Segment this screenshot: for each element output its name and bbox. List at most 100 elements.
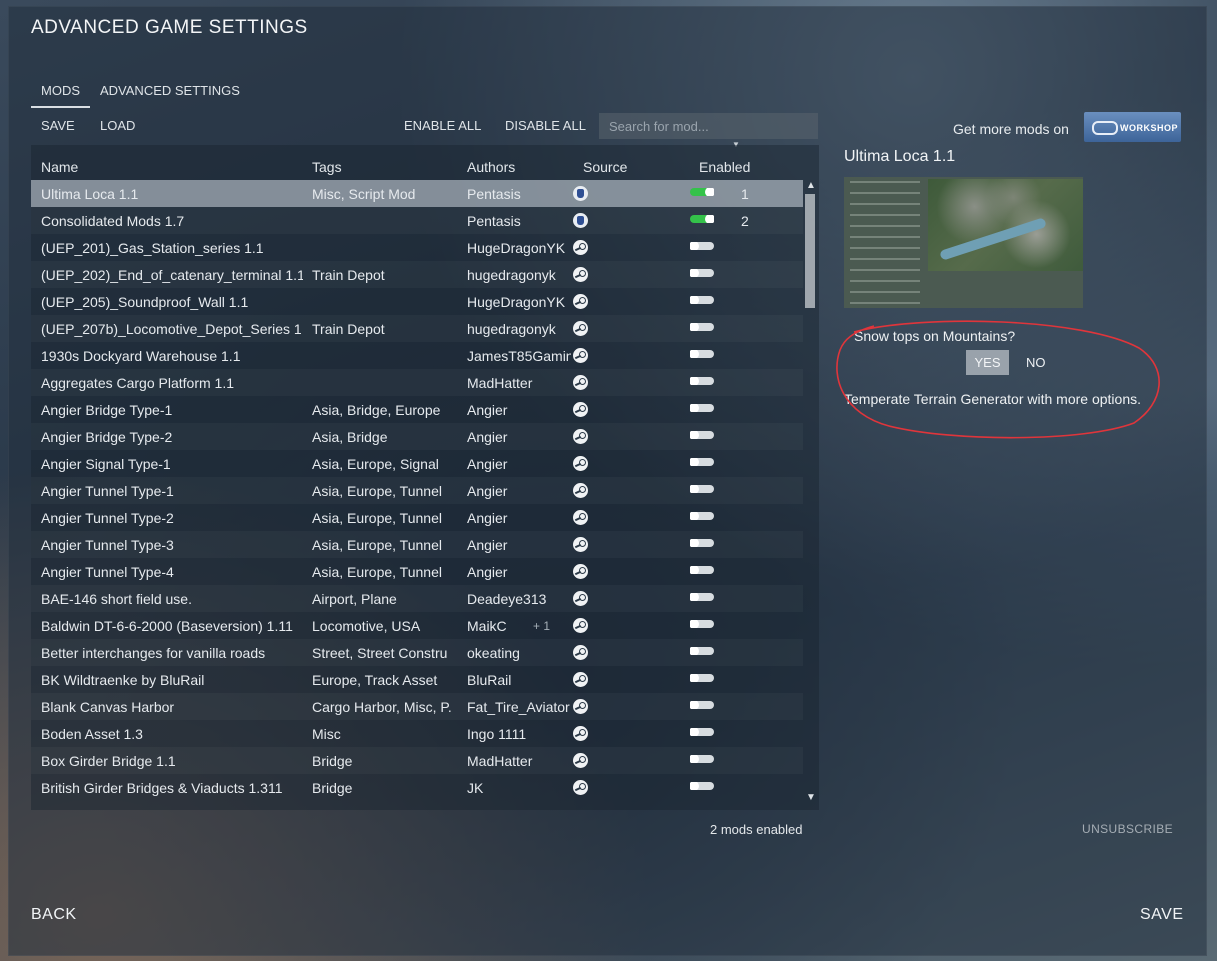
table-row[interactable]: Aggregates Cargo Platform 1.1 MadHatter <box>31 369 803 396</box>
steam-workshop-button[interactable]: WORKSHOP <box>1084 112 1181 142</box>
enable-toggle[interactable] <box>690 377 714 385</box>
save-button[interactable]: SAVE <box>1140 906 1184 924</box>
table-row[interactable]: Angier Tunnel Type-3 Asia, Europe, Tunnel… <box>31 531 803 558</box>
local-mod-icon <box>573 213 588 228</box>
enable-toggle[interactable] <box>690 782 714 790</box>
enable-toggle[interactable] <box>690 512 714 520</box>
toggle-switch[interactable] <box>690 593 714 601</box>
enable-toggle[interactable] <box>690 242 714 250</box>
save-preset-button[interactable]: SAVE <box>41 118 75 133</box>
mod-tags: Airport, Plane <box>312 591 397 607</box>
toggle-switch[interactable] <box>690 458 714 466</box>
enable-toggle[interactable] <box>690 566 714 574</box>
table-row[interactable]: Angier Bridge Type-1 Asia, Bridge, Europe… <box>31 396 803 423</box>
column-header-tags[interactable]: Tags <box>312 159 342 175</box>
toggle-switch[interactable] <box>690 188 714 196</box>
toggle-switch[interactable] <box>690 728 714 736</box>
source-cell <box>573 672 589 688</box>
table-row[interactable]: 1930s Dockyard Warehouse 1.1 JamesT85Gami… <box>31 342 803 369</box>
toggle-switch[interactable] <box>690 431 714 439</box>
enable-toggle[interactable] <box>690 755 714 763</box>
table-row[interactable]: BK Wildtraenke by BluRail Europe, Track A… <box>31 666 803 693</box>
toggle-switch[interactable] <box>690 512 714 520</box>
table-row[interactable]: (UEP_202)_End_of_catenary_terminal 1.1 Tr… <box>31 261 803 288</box>
toggle-switch[interactable] <box>690 647 714 655</box>
tab-advanced-settings[interactable]: ADVANCED SETTINGS <box>90 80 250 108</box>
search-input[interactable] <box>599 113 818 139</box>
enable-toggle[interactable] <box>690 188 714 196</box>
column-header-source[interactable]: Source <box>583 159 627 175</box>
table-row[interactable]: Box Girder Bridge 1.1 Bridge MadHatter <box>31 747 803 774</box>
mod-name: (UEP_202)_End_of_catenary_terminal 1.1 <box>41 267 303 283</box>
enable-toggle[interactable] <box>690 539 714 547</box>
toggle-switch[interactable] <box>690 323 714 331</box>
scroll-thumb[interactable] <box>805 194 815 308</box>
toggle-switch[interactable] <box>690 485 714 493</box>
toggle-switch[interactable] <box>690 755 714 763</box>
scroll-up-icon[interactable]: ▲ <box>806 180 816 191</box>
table-row[interactable]: Angier Signal Type-1 Asia, Europe, Signal… <box>31 450 803 477</box>
table-row[interactable]: Boden Asset 1.3 Misc Ingo 1111 <box>31 720 803 747</box>
enable-toggle[interactable] <box>690 485 714 493</box>
enable-toggle[interactable] <box>690 593 714 601</box>
enable-toggle[interactable] <box>690 674 714 682</box>
enable-toggle[interactable] <box>690 728 714 736</box>
enable-toggle[interactable] <box>690 458 714 466</box>
unsubscribe-button[interactable]: UNSUBSCRIBE <box>1082 822 1173 836</box>
table-row[interactable]: Consolidated Mods 1.7 Pentasis 2 <box>31 207 803 234</box>
mod-author: MadHatter <box>467 753 533 769</box>
mod-name: BAE-146 short field use. <box>41 591 192 607</box>
toggle-switch[interactable] <box>690 377 714 385</box>
toggle-switch[interactable] <box>690 404 714 412</box>
enable-toggle[interactable] <box>690 296 714 304</box>
toggle-switch[interactable] <box>690 566 714 574</box>
toggle-switch[interactable] <box>690 674 714 682</box>
enable-toggle[interactable] <box>690 350 714 358</box>
mod-tags: Misc <box>312 726 341 742</box>
enable-toggle[interactable] <box>690 701 714 709</box>
toggle-switch[interactable] <box>690 242 714 250</box>
enable-toggle[interactable] <box>690 431 714 439</box>
mod-name: Ultima Loca 1.1 <box>41 186 139 202</box>
table-row[interactable]: Blank Canvas Harbor Cargo Harbor, Misc, P… <box>31 693 803 720</box>
table-row[interactable]: Angier Tunnel Type-2 Asia, Europe, Tunnel… <box>31 504 803 531</box>
table-row[interactable]: Better interchanges for vanilla roads Str… <box>31 639 803 666</box>
toggle-switch[interactable] <box>690 539 714 547</box>
scroll-down-icon[interactable]: ▼ <box>806 792 816 803</box>
enable-toggle[interactable] <box>690 404 714 412</box>
back-button[interactable]: BACK <box>31 906 77 924</box>
toggle-switch[interactable] <box>690 350 714 358</box>
toggle-switch[interactable] <box>690 215 714 223</box>
table-row[interactable]: (UEP_207b)_Locomotive_Depot_Series 1.1 Tr… <box>31 315 803 342</box>
table-row[interactable]: Baldwin DT-6-6-2000 (Baseversion) 1.11 Lo… <box>31 612 803 639</box>
toggle-switch[interactable] <box>690 269 714 277</box>
table-row[interactable]: BAE-146 short field use. Airport, Plane De… <box>31 585 803 612</box>
toggle-switch[interactable] <box>690 701 714 709</box>
enable-toggle[interactable] <box>690 620 714 628</box>
column-header-name[interactable]: Name <box>41 159 78 175</box>
toggle-switch[interactable] <box>690 782 714 790</box>
tab-mods[interactable]: MODS <box>31 80 90 108</box>
enable-toggle[interactable] <box>690 269 714 277</box>
toggle-switch[interactable] <box>690 620 714 628</box>
table-scrollbar[interactable]: ▲ ▼ <box>803 180 818 810</box>
table-row[interactable]: Angier Tunnel Type-1 Asia, Europe, Tunnel… <box>31 477 803 504</box>
table-row[interactable]: Ultima Loca 1.1 Misc, Script Mod Pentasis 1 <box>31 180 803 207</box>
enable-all-button[interactable]: ENABLE ALL <box>404 118 481 133</box>
source-cell <box>573 753 589 769</box>
enable-toggle[interactable] <box>690 323 714 331</box>
column-header-enabled[interactable]: Enabled <box>699 159 750 175</box>
table-row[interactable]: Angier Tunnel Type-4 Asia, Europe, Tunnel… <box>31 558 803 585</box>
disable-all-button[interactable]: DISABLE ALL <box>505 118 586 133</box>
source-cell <box>573 780 589 796</box>
enable-toggle[interactable] <box>690 215 714 223</box>
table-row[interactable]: Angier Bridge Type-2 Asia, Bridge Angier <box>31 423 803 450</box>
toggle-switch[interactable] <box>690 296 714 304</box>
table-row[interactable]: British Girder Bridges & Viaducts 1.311 B… <box>31 774 803 801</box>
mod-name: 1930s Dockyard Warehouse 1.1 <box>41 348 241 364</box>
column-header-authors[interactable]: Authors <box>467 159 515 175</box>
table-row[interactable]: (UEP_205)_Soundproof_Wall 1.1 HugeDragonY… <box>31 288 803 315</box>
table-row[interactable]: (UEP_201)_Gas_Station_series 1.1 HugeDrag… <box>31 234 803 261</box>
load-preset-button[interactable]: LOAD <box>100 118 135 133</box>
enable-toggle[interactable] <box>690 647 714 655</box>
